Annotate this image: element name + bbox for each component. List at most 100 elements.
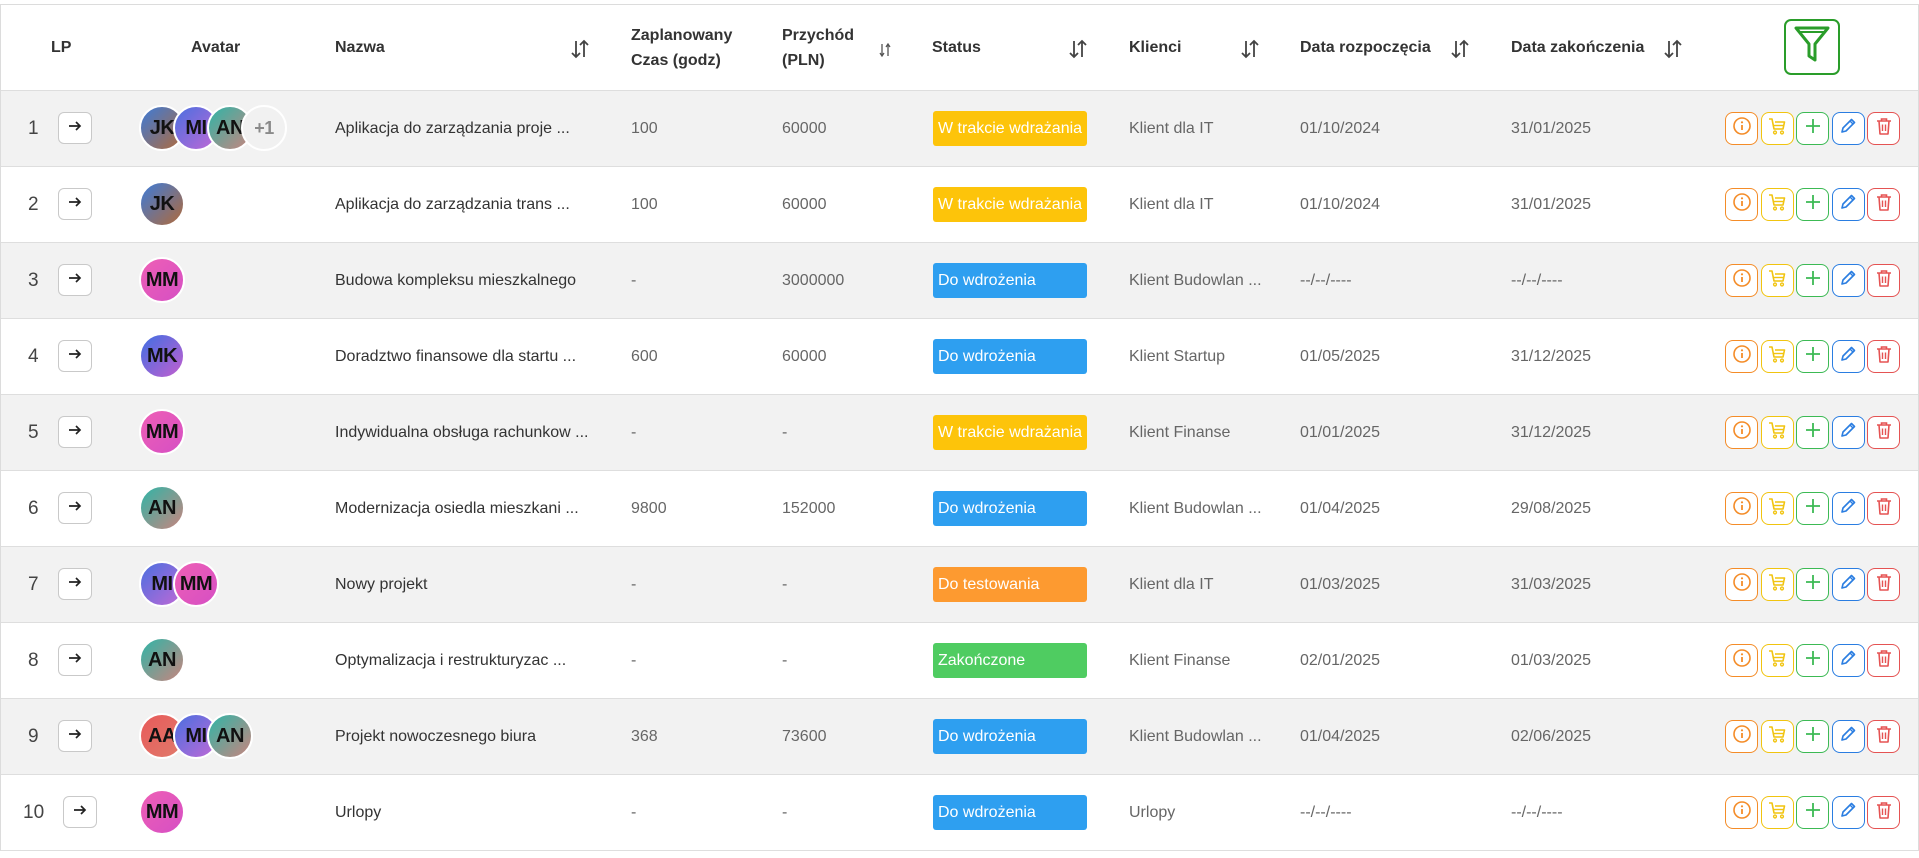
- add-button[interactable]: [1796, 720, 1829, 753]
- delete-button[interactable]: [1867, 644, 1900, 677]
- header-klienci[interactable]: Klienci: [1129, 5, 1181, 90]
- pencil-icon: [1839, 421, 1857, 444]
- open-row-button[interactable]: [58, 264, 92, 296]
- avatar[interactable]: MM: [139, 409, 185, 455]
- plus-icon: [1804, 801, 1822, 824]
- avatar[interactable]: AN: [139, 485, 185, 531]
- trash-icon: [1875, 420, 1893, 445]
- add-button[interactable]: [1796, 492, 1829, 525]
- cart-button[interactable]: [1760, 796, 1794, 829]
- header-nazwa[interactable]: Nazwa: [335, 5, 385, 90]
- edit-button[interactable]: [1831, 340, 1865, 373]
- info-icon: [1732, 648, 1752, 673]
- delete-button[interactable]: [1867, 188, 1900, 221]
- info-button[interactable]: [1725, 644, 1758, 677]
- open-row-button[interactable]: [58, 188, 92, 220]
- open-row-button[interactable]: [58, 416, 92, 448]
- info-icon: [1732, 800, 1752, 825]
- add-button[interactable]: [1796, 188, 1829, 221]
- add-button[interactable]: [1796, 644, 1829, 677]
- table-row: 6 AN Modernizacja osiedla mieszkani ... 980…: [1, 471, 1918, 547]
- edit-button[interactable]: [1831, 720, 1865, 753]
- edit-button[interactable]: [1831, 188, 1865, 221]
- info-button[interactable]: [1725, 340, 1758, 373]
- avatar[interactable]: AN: [207, 713, 253, 759]
- avatar[interactable]: MM: [139, 789, 185, 835]
- sort-nazwa-icon[interactable]: [571, 39, 589, 59]
- info-button[interactable]: [1725, 264, 1758, 297]
- table-row: 2 JK Aplikacja do zarządzania trans ... 100…: [1, 167, 1918, 243]
- open-row-button[interactable]: [63, 796, 97, 828]
- row-nazwa: Modernizacja osiedla mieszkani ...: [335, 499, 579, 517]
- info-button[interactable]: [1725, 492, 1758, 525]
- edit-button[interactable]: [1831, 568, 1865, 601]
- delete-button[interactable]: [1867, 720, 1900, 753]
- open-row-button[interactable]: [58, 644, 92, 676]
- open-row-button[interactable]: [58, 492, 92, 524]
- delete-button[interactable]: [1867, 796, 1900, 829]
- pencil-icon: [1839, 193, 1857, 216]
- info-button[interactable]: [1725, 416, 1758, 449]
- info-icon: [1732, 572, 1752, 597]
- status-badge: W trakcie wdrażania: [933, 415, 1087, 450]
- filter-button[interactable]: [1784, 19, 1840, 75]
- sort-przychod-icon[interactable]: [879, 43, 891, 57]
- edit-button[interactable]: [1831, 264, 1865, 297]
- sort-klienci-icon[interactable]: [1241, 39, 1259, 59]
- edit-button[interactable]: [1831, 112, 1865, 145]
- edit-button[interactable]: [1831, 796, 1865, 829]
- row-data-start: --/--/----: [1300, 271, 1352, 289]
- edit-button[interactable]: [1831, 416, 1865, 449]
- open-row-button[interactable]: [58, 568, 92, 600]
- sort-status-icon[interactable]: [1069, 39, 1087, 59]
- cart-button[interactable]: [1760, 112, 1794, 145]
- cart-button[interactable]: [1760, 416, 1794, 449]
- delete-button[interactable]: [1867, 264, 1900, 297]
- avatar[interactable]: MM: [173, 561, 219, 607]
- sort-data-end-icon[interactable]: [1664, 39, 1682, 59]
- header-przychod[interactable]: Przychód (PLN): [782, 5, 854, 90]
- cart-button[interactable]: [1760, 188, 1794, 221]
- header-data-start[interactable]: Data rozpoczęcia: [1300, 5, 1431, 90]
- info-button[interactable]: [1725, 796, 1758, 829]
- avatar-more-count[interactable]: +1: [241, 105, 287, 151]
- row-przychod: 73600: [782, 727, 827, 745]
- delete-button[interactable]: [1867, 568, 1900, 601]
- cart-button[interactable]: [1760, 568, 1794, 601]
- header-status[interactable]: Status: [932, 5, 981, 90]
- cart-button[interactable]: [1760, 720, 1794, 753]
- cart-button[interactable]: [1760, 492, 1794, 525]
- delete-button[interactable]: [1867, 492, 1900, 525]
- add-button[interactable]: [1796, 340, 1829, 373]
- pencil-icon: [1839, 649, 1857, 672]
- add-button[interactable]: [1796, 416, 1829, 449]
- info-button[interactable]: [1725, 112, 1758, 145]
- delete-button[interactable]: [1867, 416, 1900, 449]
- info-button[interactable]: [1725, 720, 1758, 753]
- avatar[interactable]: AN: [139, 637, 185, 683]
- cart-button[interactable]: [1760, 340, 1794, 373]
- add-button[interactable]: [1796, 112, 1829, 145]
- cart-button[interactable]: [1760, 644, 1794, 677]
- info-button[interactable]: [1725, 568, 1758, 601]
- open-row-button[interactable]: [58, 340, 92, 372]
- add-button[interactable]: [1796, 264, 1829, 297]
- sort-data-start-icon[interactable]: [1451, 39, 1469, 59]
- delete-button[interactable]: [1867, 112, 1900, 145]
- cart-button[interactable]: [1760, 264, 1794, 297]
- add-button[interactable]: [1796, 796, 1829, 829]
- projects-table: LP Avatar Nazwa Zaplanowany Czas (godz) …: [0, 4, 1919, 851]
- delete-button[interactable]: [1867, 340, 1900, 373]
- edit-button[interactable]: [1831, 492, 1865, 525]
- avatar[interactable]: JK: [139, 181, 185, 227]
- avatar[interactable]: MM: [139, 257, 185, 303]
- cart-icon: [1767, 724, 1787, 749]
- row-data-end: 29/08/2025: [1511, 499, 1592, 517]
- add-button[interactable]: [1796, 568, 1829, 601]
- open-row-button[interactable]: [58, 112, 92, 144]
- info-button[interactable]: [1725, 188, 1758, 221]
- avatar[interactable]: MK: [139, 333, 185, 379]
- header-data-end[interactable]: Data zakończenia: [1511, 5, 1644, 90]
- edit-button[interactable]: [1831, 644, 1865, 677]
- open-row-button[interactable]: [58, 720, 92, 752]
